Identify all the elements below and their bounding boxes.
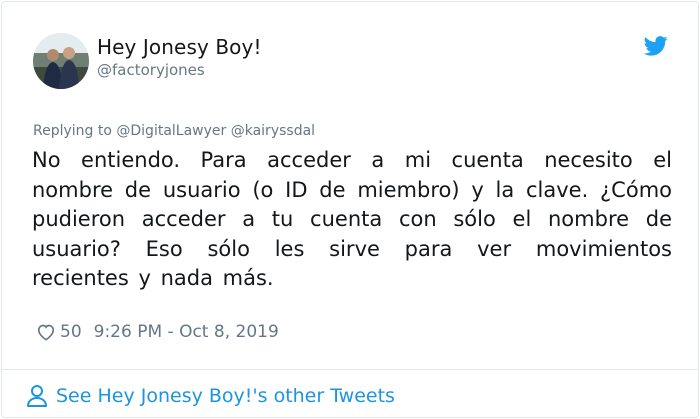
tweet-meta: 50 9:26 PM - Oct 8, 2019 bbox=[36, 320, 279, 344]
tweet-card: Hey Jonesy Boy! @factoryjones Replying t… bbox=[1, 1, 699, 418]
twitter-bird-icon[interactable] bbox=[643, 36, 668, 56]
avatar[interactable] bbox=[33, 33, 89, 89]
tweet-text: No entiendo. Para acceder a mi cuenta ne… bbox=[32, 148, 672, 290]
person-icon bbox=[26, 384, 48, 408]
like-count[interactable]: 50 bbox=[60, 322, 82, 342]
reply-mentions[interactable]: @DigitalLawyer @kairyssdal bbox=[116, 123, 315, 139]
user-handle[interactable]: @factoryjones bbox=[97, 61, 205, 79]
see-other-tweets-label[interactable]: See Hey Jonesy Boy!'s other Tweets bbox=[56, 385, 395, 407]
heart-icon[interactable] bbox=[36, 322, 56, 342]
reply-context: Replying to @DigitalLawyer @kairyssdal bbox=[33, 123, 315, 139]
timestamp[interactable]: 9:26 PM - Oct 8, 2019 bbox=[94, 322, 279, 342]
display-name[interactable]: Hey Jonesy Boy! bbox=[97, 35, 262, 59]
avatar-photo-icon bbox=[33, 33, 89, 89]
reply-prefix: Replying to bbox=[33, 123, 112, 139]
divider bbox=[2, 369, 698, 370]
see-other-tweets-link[interactable]: See Hey Jonesy Boy!'s other Tweets bbox=[26, 382, 395, 410]
